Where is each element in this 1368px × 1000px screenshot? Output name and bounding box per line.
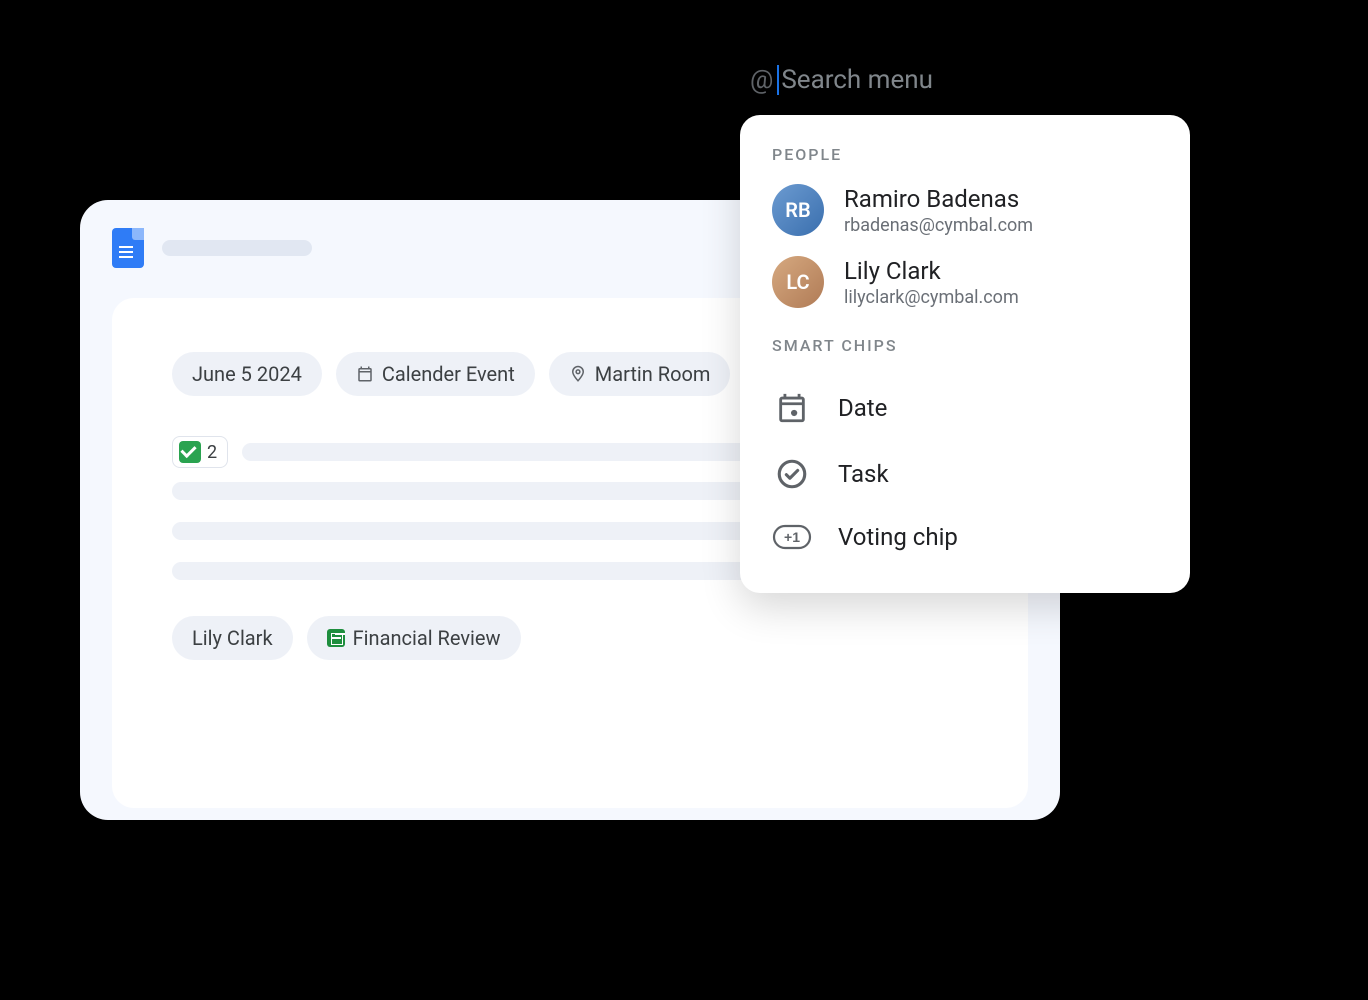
smart-chip-label: Task: [838, 460, 889, 488]
date-chip[interactable]: June 5 2024: [172, 352, 322, 396]
calendar-icon: [356, 365, 374, 383]
chip-label: Calender Event: [382, 362, 515, 386]
smart-chip-task[interactable]: Task: [772, 441, 1158, 507]
location-icon: [569, 365, 587, 383]
chip-label: Martin Room: [595, 362, 711, 386]
location-chip[interactable]: Martin Room: [549, 352, 731, 396]
avatar: RB: [772, 184, 824, 236]
calendar-icon: [772, 391, 812, 425]
doc-title-placeholder: [162, 240, 312, 256]
google-docs-icon: [112, 228, 144, 268]
search-menu: PEOPLE RB Ramiro Badenas rbadenas@cymbal…: [740, 115, 1190, 593]
person-name: Ramiro Badenas: [844, 185, 1033, 213]
svg-text:+1: +1: [784, 529, 800, 545]
vote-chip[interactable]: 2: [172, 436, 228, 468]
person-email: rbadenas@cymbal.com: [844, 215, 1033, 236]
search-placeholder: Search menu: [781, 65, 933, 95]
smart-chip-label: Voting chip: [838, 523, 958, 551]
google-sheets-icon: [327, 629, 345, 647]
person-email: lilyclark@cymbal.com: [844, 287, 1019, 308]
plus-one-icon: +1: [772, 524, 812, 550]
checkmark-icon: [179, 441, 201, 463]
smart-chip-date[interactable]: Date: [772, 375, 1158, 441]
chips-row-2: Lily Clark Financial Review: [172, 616, 968, 660]
text-cursor: [777, 65, 779, 95]
chip-label: Financial Review: [353, 626, 501, 650]
person-item-lily[interactable]: LC Lily Clark lilyclark@cymbal.com: [772, 256, 1158, 308]
avatar: LC: [772, 256, 824, 308]
person-name: Lily Clark: [844, 257, 1019, 285]
people-header: PEOPLE: [772, 145, 1158, 164]
vote-count: 2: [207, 442, 217, 463]
person-item-ramiro[interactable]: RB Ramiro Badenas rbadenas@cymbal.com: [772, 184, 1158, 236]
smart-chips-header: SMART CHIPS: [772, 336, 1158, 355]
person-text: Lily Clark lilyclark@cymbal.com: [844, 257, 1019, 308]
at-mention-popup: @ Search menu PEOPLE RB Ramiro Badenas r…: [740, 65, 1190, 593]
smart-chip-voting[interactable]: +1 Voting chip: [772, 507, 1158, 567]
search-input-row[interactable]: @ Search menu: [740, 65, 1190, 95]
smart-chip-label: Date: [838, 394, 887, 422]
calendar-event-chip[interactable]: Calender Event: [336, 352, 535, 396]
task-icon: [772, 457, 812, 491]
chip-label: Lily Clark: [192, 626, 273, 650]
chip-label: June 5 2024: [192, 362, 302, 386]
person-chip[interactable]: Lily Clark: [172, 616, 293, 660]
at-symbol: @: [750, 65, 773, 95]
person-text: Ramiro Badenas rbadenas@cymbal.com: [844, 185, 1033, 236]
file-chip[interactable]: Financial Review: [307, 616, 521, 660]
